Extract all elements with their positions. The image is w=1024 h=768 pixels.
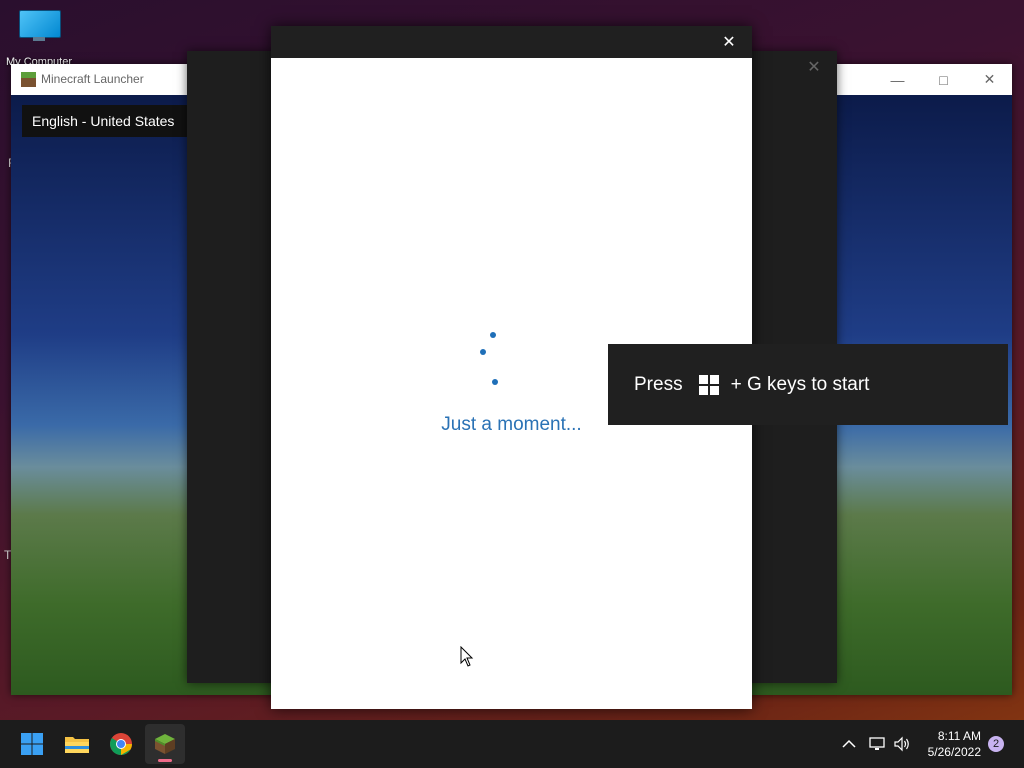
start-button[interactable] [12, 724, 52, 764]
windows-start-icon [21, 733, 43, 755]
chrome-icon [110, 733, 132, 755]
close-icon[interactable]: ✕ [791, 51, 837, 83]
mouse-cursor-icon [460, 646, 474, 667]
language-selector[interactable]: English - United States [22, 105, 192, 137]
toast-suffix: + G keys to start [730, 373, 870, 395]
taskbar-app-minecraft[interactable] [145, 724, 185, 764]
taskbar-app-file-explorer[interactable] [57, 724, 97, 764]
clock-date: 5/26/2022 [927, 745, 981, 759]
network-button[interactable] [868, 720, 886, 768]
clock-button[interactable]: 8:11 AM 5/26/2022 [928, 728, 981, 760]
close-button[interactable]: ✕ [706, 26, 752, 58]
volume-icon [894, 736, 909, 752]
folder-icon [65, 737, 89, 753]
signin-titlebar[interactable]: ✕ [271, 26, 752, 58]
gamebar-toast: Press + G keys to start [608, 344, 1008, 425]
show-hidden-icons-button[interactable] [842, 720, 856, 768]
volume-button[interactable] [893, 720, 911, 768]
notification-badge[interactable]: 2 [988, 736, 1004, 752]
windows-logo-icon [698, 374, 719, 395]
close-button[interactable]: ✕ [967, 64, 1012, 95]
toast-prefix: Press [634, 373, 683, 395]
launcher-title: Minecraft Launcher [41, 72, 144, 86]
chevron-up-icon [842, 739, 856, 748]
maximize-button[interactable]: □ [921, 64, 966, 95]
active-app-indicator [158, 759, 172, 762]
computer-icon [17, 8, 61, 42]
taskbar-app-chrome[interactable] [101, 724, 141, 764]
minimize-button[interactable]: — [875, 64, 920, 95]
minecraft-icon [155, 734, 175, 754]
minecraft-icon [21, 72, 36, 87]
clock-time: 8:11 AM [937, 729, 981, 743]
taskbar: 8:11 AM 5/26/2022 [0, 720, 1024, 768]
desktop-icon-my-computer[interactable]: My Computer [6, 8, 72, 68]
network-icon [869, 737, 885, 750]
